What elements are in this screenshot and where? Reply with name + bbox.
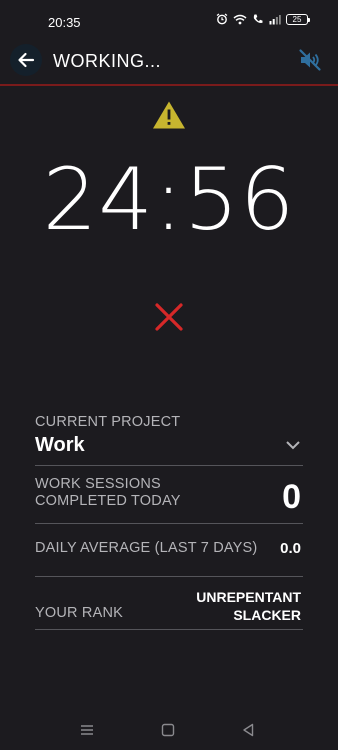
signal-icon (269, 14, 281, 24)
menu-icon (81, 725, 93, 735)
arrow-left-icon (18, 52, 35, 68)
back-button[interactable] (10, 44, 42, 76)
status-bar: 20:35 25 (0, 0, 338, 44)
chevron-down-icon (286, 441, 300, 450)
sessions-count: 0 (282, 478, 301, 516)
wifi-icon (233, 14, 247, 24)
daily-average-row: DAILY AVERAGE (LAST 7 DAYS) 0.0 (35, 524, 303, 577)
battery-icon: 25 (286, 13, 310, 25)
rank-value-line2: SLACKER (233, 607, 301, 623)
rank-value-line1: UNREPENTANT (196, 589, 301, 605)
daily-average-value: 0.0 (280, 540, 301, 557)
mute-button[interactable] (296, 46, 324, 74)
call-icon (253, 14, 263, 24)
app-bar: WORKING... (0, 40, 338, 86)
session-info: CURRENT PROJECT Work WORK SESSIONS COMPL… (35, 412, 303, 630)
alarm-icon (216, 13, 228, 25)
system-nav-bar (0, 712, 338, 748)
rank-label: YOUR RANK (35, 605, 124, 621)
sessions-row: WORK SESSIONS COMPLETED TODAY 0 (35, 466, 303, 524)
rank-value: UNREPENTANT SLACKER (171, 588, 301, 624)
home-button[interactable] (158, 720, 178, 740)
volume-muted-icon (299, 49, 321, 71)
timer-display: 24:56 (42, 150, 296, 250)
current-project-label: CURRENT PROJECT (35, 414, 181, 430)
current-project-value: Work (35, 434, 85, 456)
status-icons: 25 (216, 13, 310, 25)
home-square-icon (161, 723, 175, 737)
sessions-label: WORK SESSIONS COMPLETED TODAY (35, 476, 181, 509)
current-project-selector[interactable]: CURRENT PROJECT Work (35, 412, 303, 466)
recent-apps-button[interactable] (77, 720, 97, 740)
cancel-session-button[interactable] (154, 302, 184, 332)
system-back-button[interactable] (238, 720, 258, 740)
rank-row: YOUR RANK UNREPENTANT SLACKER (35, 577, 303, 630)
warning-triangle-icon (153, 101, 185, 129)
back-triangle-icon (243, 723, 254, 737)
daily-average-label: DAILY AVERAGE (LAST 7 DAYS) (35, 540, 258, 556)
status-time: 20:35 (48, 15, 81, 30)
page-title: WORKING... (53, 51, 161, 71)
